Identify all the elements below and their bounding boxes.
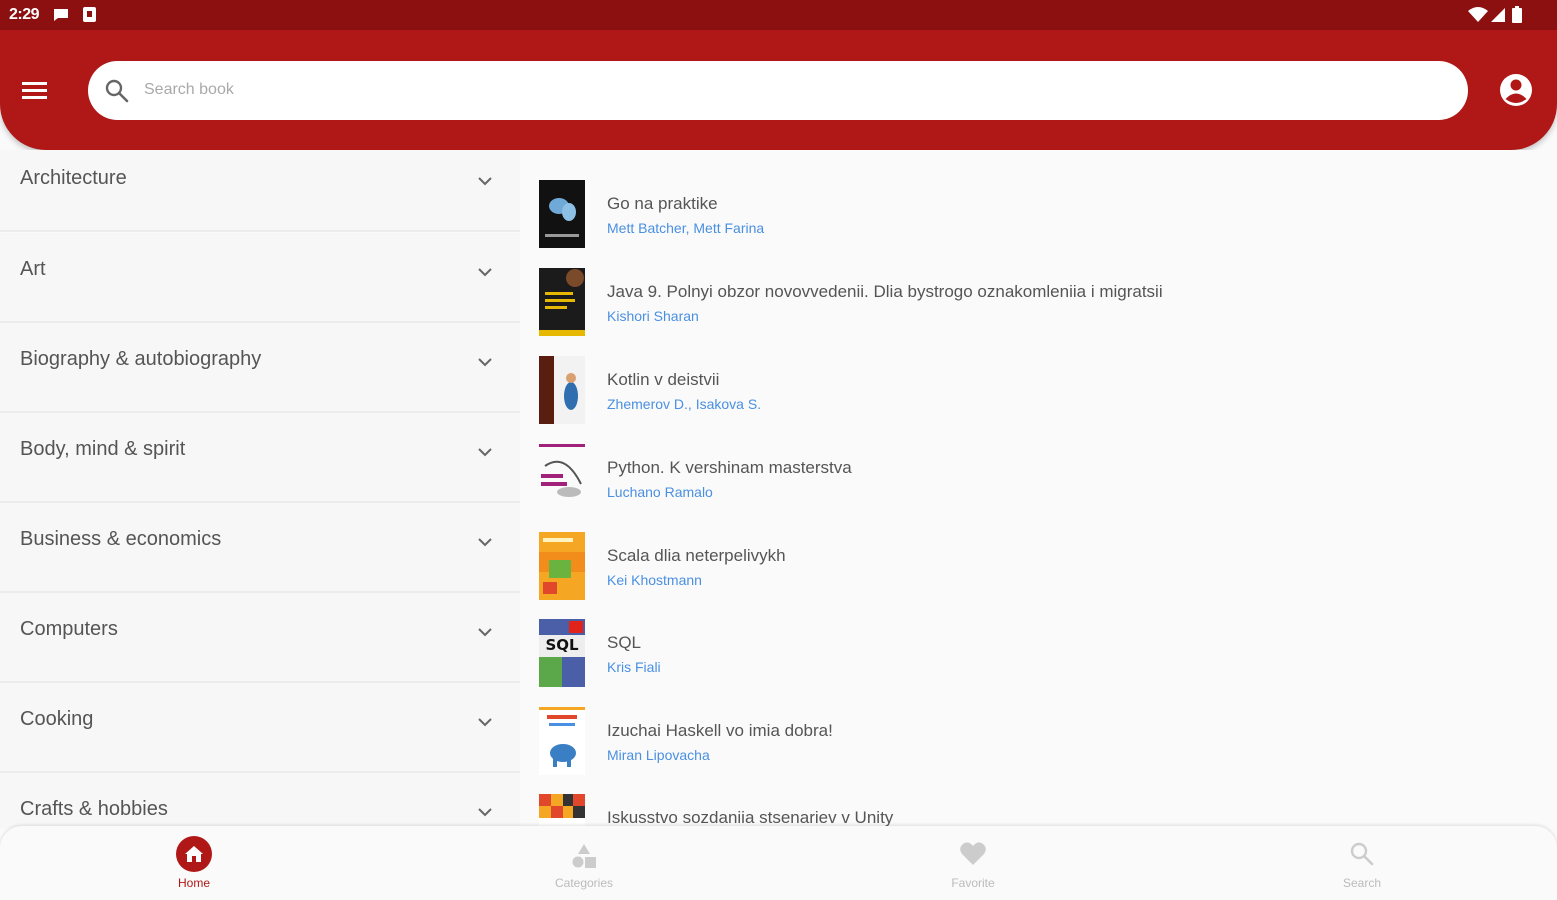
chevron-down-icon [474,441,496,468]
book-author[interactable]: Mett Batcher, Mett Farina [607,220,764,236]
book-cover [539,532,585,600]
nav-search[interactable]: Search [1282,826,1442,900]
book-author[interactable]: Kei Khostmann [607,572,702,588]
wifi-icon [1468,6,1488,29]
category-label: Business & economics [20,528,222,550]
category-label: Crafts & hobbies [20,798,168,820]
chevron-down-icon [474,531,496,558]
category-label: Computers [20,618,118,640]
nav-label-favorite: Favorite [951,876,995,890]
chevron-down-icon [474,621,496,648]
book-cover: SQL [539,619,585,687]
account-button[interactable] [1496,70,1536,110]
book-list: Go na praktike Mett Batcher, Mett Farina… [520,150,1557,828]
book-row[interactable]: Iskusstvo sozdaniia stsenariev v Unity [520,794,1557,828]
nav-home[interactable]: Home [114,826,274,900]
notification-icon [82,6,98,29]
nav-label-categories: Categories [554,876,614,890]
hamburger-menu-icon [14,82,54,112]
category-label: Cooking [20,708,94,730]
category-item-body-mind-spirit[interactable]: Body, mind & spirit [0,413,520,503]
nav-label-search: Search [1342,876,1382,890]
book-author[interactable]: Miran Lipovacha [607,747,710,763]
search-icon [104,78,130,109]
category-item-crafts-hobbies[interactable]: Crafts & hobbies [0,773,520,828]
bottom-navigation: Home Categories Favorite Search [0,826,1557,900]
nav-favorite[interactable]: Favorite [893,826,1053,900]
search-bar[interactable] [88,61,1468,120]
book-row[interactable]: Java 9. Polnyi obzor novovvedenii. Dlia … [520,268,1557,356]
category-label: Body, mind & spirit [20,438,186,460]
book-row[interactable]: Python. K vershinam masterstva Luchano R… [520,444,1557,532]
categories-icon [570,842,598,875]
book-row[interactable]: Scala dlia neterpelivykh Kei Khostmann [520,532,1557,620]
book-cover [539,794,585,828]
book-author[interactable]: Kris Fiali [607,659,661,675]
search-icon [1349,841,1375,872]
message-icon [52,6,70,29]
app-bar [0,30,1557,150]
book-title: SQL [607,633,642,652]
book-author[interactable]: Kishori Sharan [607,308,699,324]
book-cover [539,707,585,775]
nav-categories[interactable]: Categories [504,826,664,900]
category-item-biography[interactable]: Biography & autobiography [0,323,520,413]
book-author[interactable]: Luchano Ramalo [607,484,713,500]
menu-button[interactable] [14,72,54,108]
category-item-computers[interactable]: Computers [0,593,520,683]
chevron-down-icon [474,711,496,738]
category-item-art[interactable]: Art [0,233,520,323]
book-author[interactable]: Zhemerov D., Isakova S. [607,396,761,412]
book-row[interactable]: Go na praktike Mett Batcher, Mett Farina [520,180,1557,268]
book-title: Go na praktike [607,194,718,213]
book-cover [539,444,585,512]
book-row[interactable]: Kotlin v deistvii Zhemerov D., Isakova S… [520,356,1557,444]
heart-icon [959,841,987,872]
book-cover-title: SQL [545,636,579,654]
book-title: Python. K vershinam masterstva [607,458,852,477]
category-list: Architecture Art Biography & autobiograp… [0,150,520,828]
battery-icon [1511,6,1523,29]
book-row[interactable]: Izuchai Haskell vo imia dobra! Miran Lip… [520,707,1557,795]
account-circle-icon [1496,74,1536,114]
category-label: Biography & autobiography [20,348,262,370]
category-item-business[interactable]: Business & economics [0,503,520,593]
chevron-down-icon [474,170,496,197]
book-title: Kotlin v deistvii [607,370,720,389]
book-cover [539,180,585,248]
category-label: Architecture [20,167,127,189]
chevron-down-icon [474,261,496,288]
book-row[interactable]: SQL SQL Kris Fiali [520,619,1557,707]
book-title: Java 9. Polnyi obzor novovvedenii. Dlia … [607,282,1163,301]
nav-label-home: Home [177,876,210,890]
category-item-architecture[interactable]: Architecture [0,150,520,232]
status-bar: 2:29 [0,0,1557,30]
book-title: Iskusstvo sozdaniia stsenariev v Unity [607,808,894,827]
category-label: Art [20,258,46,280]
chevron-down-icon [474,351,496,378]
book-title: Izuchai Haskell vo imia dobra! [607,721,833,740]
book-cover [539,268,585,336]
chevron-down-icon [474,801,496,828]
home-icon [175,835,213,878]
book-cover [539,356,585,424]
status-time: 2:29 [9,6,40,23]
category-item-cooking[interactable]: Cooking [0,683,520,773]
search-input[interactable] [144,71,1444,109]
book-title: Scala dlia neterpelivykh [607,546,786,565]
signal-icon [1490,6,1506,29]
